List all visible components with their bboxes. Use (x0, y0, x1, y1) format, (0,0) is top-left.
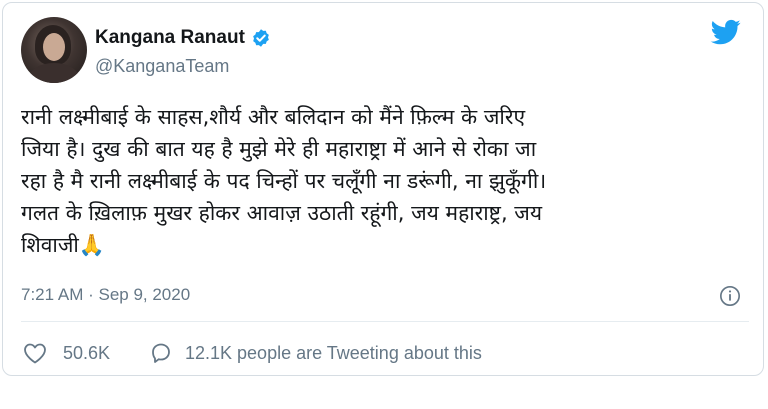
like-count[interactable]: 50.6K (63, 343, 110, 364)
author-name[interactable]: Kangana Ranaut (95, 27, 245, 49)
tweet-timestamp[interactable]: 7:21 AM · Sep 9, 2020 (21, 285, 190, 305)
verified-badge-icon (253, 29, 269, 47)
tweet-text: रानी लक्ष्मीबाई के साहस,शौर्य और बलिदान … (21, 105, 547, 257)
divider (21, 321, 749, 322)
author-handle[interactable]: @KanganaTeam (95, 56, 229, 77)
author-name-row: Kangana Ranaut (95, 27, 271, 49)
heart-icon[interactable] (23, 342, 47, 364)
avatar[interactable] (21, 17, 87, 83)
conversation-link[interactable]: 12.1K people are Tweeting about this (185, 343, 482, 364)
avatar-body (29, 63, 79, 83)
tweet-card: Kangana Ranaut @KanganaTeam रानी लक्ष्मी… (2, 2, 764, 376)
avatar-face (43, 33, 65, 61)
info-icon[interactable] (719, 285, 741, 307)
twitter-bird-icon[interactable] (709, 17, 743, 47)
speech-bubble-icon[interactable] (149, 341, 173, 365)
